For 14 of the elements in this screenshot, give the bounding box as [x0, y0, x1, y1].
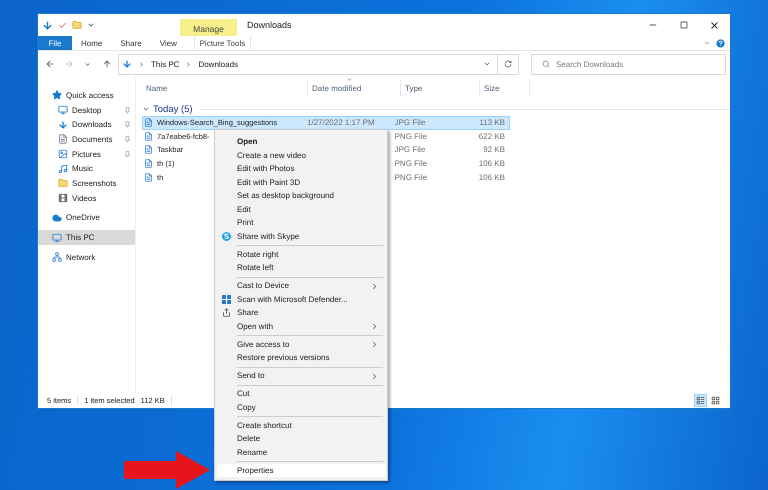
file-size: 113 KB — [479, 118, 505, 128]
file-type: JPG File — [394, 145, 426, 154]
window-title: Downloads — [246, 19, 293, 32]
file-size: 92 KB — [483, 145, 505, 154]
file-type: PNG File — [394, 132, 428, 141]
contextual-tab-group: Manage — [180, 19, 237, 36]
file-size: 106 KB — [478, 159, 505, 168]
file-type: PNG File — [394, 172, 428, 182]
file-type: PNG File — [394, 159, 428, 168]
group-heading: Today (5) — [153, 104, 193, 114]
date-modified: 1/27/2022 1:17 PM — [307, 118, 375, 128]
file-type: JPG File — [394, 118, 426, 128]
file-size: 622 KB — [478, 132, 505, 141]
file-size: 106 KB — [478, 172, 505, 182]
